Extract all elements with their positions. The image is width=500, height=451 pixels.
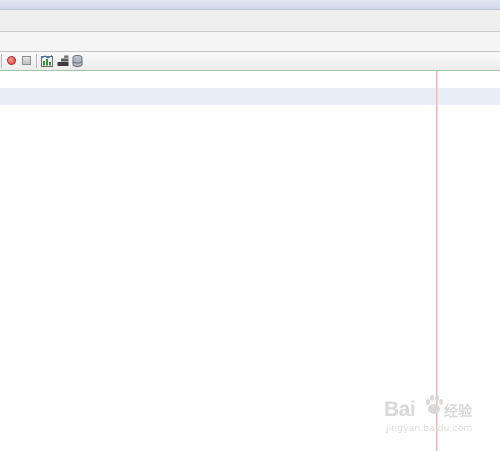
stop-icon [22,56,31,65]
database-icon [72,54,83,67]
watermark-logo-text: Bai [384,398,416,421]
chart-button[interactable] [40,54,53,67]
menu-bar [0,10,500,32]
paw-icon [426,395,443,414]
chart-icon [40,54,53,67]
watermark-logo-cn: 经验 [444,404,472,420]
database-button[interactable] [71,54,84,67]
watermark: Bai 经验 jingyan.baidu.com [384,392,496,442]
toolbar-separator [36,54,38,68]
record-icon [7,56,16,65]
toolbar [0,52,500,71]
address-bar [0,32,500,52]
selected-row[interactable] [0,88,500,105]
record-button[interactable] [5,54,18,67]
watermark-url: jingyan.baidu.com [386,424,473,434]
stop-button[interactable] [20,54,33,67]
level-icon [57,55,68,66]
toolbar-separator [1,54,3,68]
app-window: Bai 经验 jingyan.baidu.com [0,0,500,451]
title-bar [0,0,500,10]
level-button[interactable] [56,54,69,67]
